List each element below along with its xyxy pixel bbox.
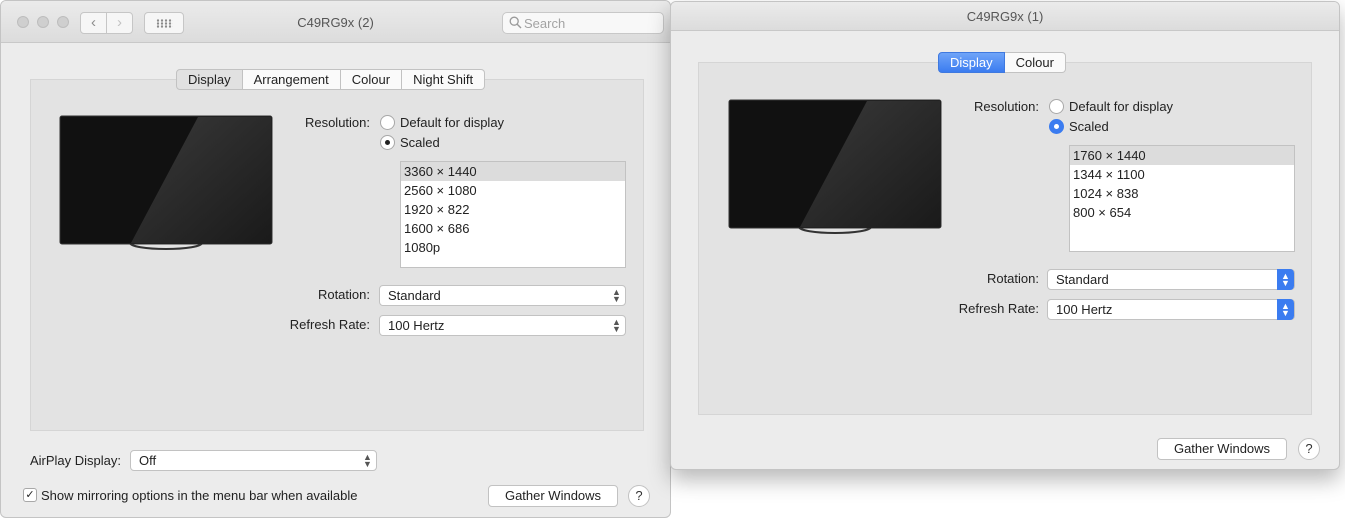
search-icon — [509, 16, 522, 29]
select-value: 100 Hertz — [388, 318, 445, 333]
resolution-list[interactable]: 3360 × 1440 2560 × 1080 1920 × 822 1600 … — [400, 161, 626, 268]
radio-default-for-display[interactable]: Default for display — [380, 115, 504, 130]
chevron-updown-icon: ▲ ▼ — [1277, 299, 1294, 320]
refresh-rate-label: Refresh Rate: — [958, 301, 1039, 316]
radio-label: Scaled — [1069, 119, 1109, 134]
chevron-updown-icon: ▲ ▼ — [612, 287, 621, 304]
radio-scaled[interactable]: Scaled — [1049, 119, 1109, 134]
tab-colour[interactable]: Colour — [340, 69, 403, 90]
radio-button[interactable] — [1049, 119, 1064, 134]
refresh-rate-label: Refresh Rate: — [289, 317, 370, 332]
resolution-label: Resolution: — [304, 115, 370, 130]
gather-windows-button[interactable]: Gather Windows — [1157, 438, 1287, 460]
radio-button[interactable] — [380, 115, 395, 130]
tab-display[interactable]: Display — [176, 69, 243, 90]
chevron-updown-icon: ▲ ▼ — [1277, 269, 1294, 290]
monitor-icon — [59, 115, 273, 250]
list-item[interactable]: 2560 × 1080 — [401, 181, 625, 200]
radio-button[interactable] — [380, 135, 395, 150]
radio-default-for-display[interactable]: Default for display — [1049, 99, 1173, 114]
display-prefs-window-secondary: ‹ › C49RG9x (2) Search Display Arrangeme… — [0, 0, 671, 518]
airplay-select[interactable]: Off ▲ ▼ — [130, 450, 377, 471]
resolution-label: Resolution: — [973, 99, 1039, 114]
select-value: 100 Hertz — [1056, 302, 1113, 317]
window-title: C49RG9x (1) — [966, 9, 1044, 24]
tab-arrangement[interactable]: Arrangement — [242, 69, 341, 90]
radio-label: Scaled — [400, 135, 440, 150]
list-item[interactable]: 1920 × 822 — [401, 200, 625, 219]
select-value: Off — [139, 453, 157, 468]
list-item[interactable]: 800 × 654 — [1070, 203, 1294, 222]
chevron-updown-icon: ▲ ▼ — [612, 317, 621, 334]
rotation-label: Rotation: — [986, 271, 1039, 286]
select-value: Standard — [1056, 272, 1109, 287]
tab-night-shift[interactable]: Night Shift — [402, 69, 486, 90]
titlebar: C49RG9x (1) — [671, 2, 1339, 31]
mirroring-label: Show mirroring options in the menu bar w… — [41, 488, 358, 503]
list-item[interactable]: 1080p — [401, 238, 625, 257]
refresh-rate-select[interactable]: 100 Hertz ▲ ▼ — [1047, 299, 1295, 320]
radio-scaled[interactable]: Scaled — [380, 135, 440, 150]
rotation-select[interactable]: Standard ▲ ▼ — [379, 285, 626, 306]
resolution-list[interactable]: 1760 × 1440 1344 × 1100 1024 × 838 800 ×… — [1069, 145, 1295, 252]
monitor-icon — [728, 99, 942, 234]
rotation-select[interactable]: Standard ▲ ▼ — [1047, 269, 1295, 290]
tab-display[interactable]: Display — [938, 52, 1005, 73]
list-item[interactable]: 1760 × 1440 — [1070, 146, 1294, 165]
radio-label: Default for display — [400, 115, 505, 130]
radio-label: Default for display — [1069, 99, 1174, 114]
rotation-label: Rotation: — [317, 287, 370, 302]
titlebar: ‹ › C49RG9x (2) Search — [1, 1, 670, 43]
tab-bar: Display Arrangement Colour Night Shift — [176, 69, 486, 90]
radio-button[interactable] — [1049, 99, 1064, 114]
tab-bar: Display Colour — [938, 52, 1066, 73]
mirroring-checkbox[interactable]: ✓ — [23, 488, 37, 502]
display-prefs-window-main: C49RG9x (1) Display Colour Resolution: D… — [670, 1, 1340, 470]
refresh-rate-select[interactable]: 100 Hertz ▲ ▼ — [379, 315, 626, 336]
tab-colour[interactable]: Colour — [1004, 52, 1066, 73]
list-item[interactable]: 1024 × 838 — [1070, 184, 1294, 203]
search-field[interactable]: Search — [502, 12, 664, 34]
help-button[interactable]: ? — [1298, 438, 1320, 460]
search-placeholder: Search — [524, 16, 566, 31]
list-item[interactable]: 1344 × 1100 — [1070, 165, 1294, 184]
chevron-updown-icon: ▲ ▼ — [363, 452, 372, 469]
help-button[interactable]: ? — [628, 485, 650, 507]
list-item[interactable]: 1600 × 686 — [401, 219, 625, 238]
gather-windows-button[interactable]: Gather Windows — [488, 485, 618, 507]
select-value: Standard — [388, 288, 441, 303]
list-item[interactable]: 3360 × 1440 — [401, 162, 625, 181]
airplay-label: AirPlay Display: — [29, 453, 121, 468]
